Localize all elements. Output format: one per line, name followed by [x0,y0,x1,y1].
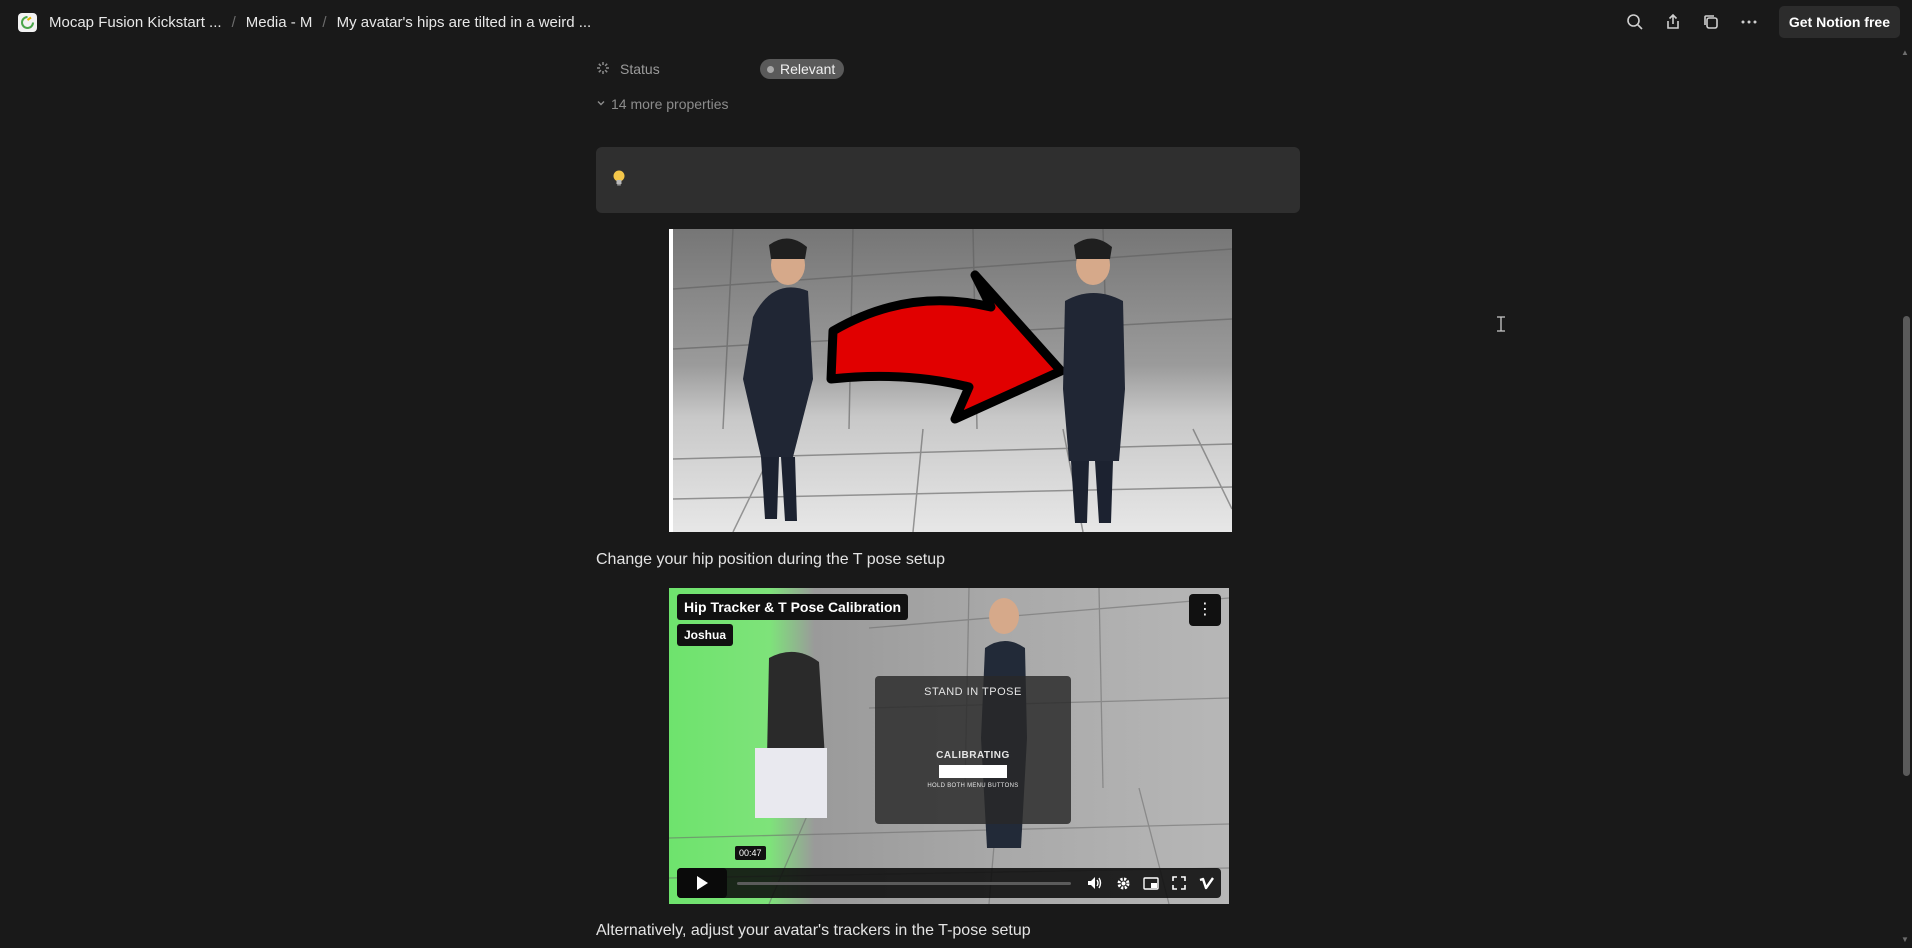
scroll-down-arrow-icon[interactable]: ▼ [1901,935,1909,944]
video-controls [677,868,1221,898]
more-properties-label: 14 more properties [611,96,729,112]
video-progress-bar[interactable] [737,881,1071,885]
video-menu-icon[interactable]: ⋮ [1189,594,1221,626]
breadcrumb-separator: / [231,13,236,31]
search-icon[interactable] [1619,6,1651,38]
overlay-hold-text: HOLD BOTH MENU BUTTONS [927,783,1019,789]
scrollbar-thumb[interactable] [1903,316,1910,776]
breadcrumb: Mocap Fusion Kickstart ... / Media - M /… [18,11,595,34]
status-property[interactable]: Status Relevant [596,58,845,80]
share-icon[interactable] [1657,6,1689,38]
top-bar: Mocap Fusion Kickstart ... / Media - M /… [0,0,1900,44]
volume-icon[interactable] [1081,876,1109,890]
more-properties-toggle[interactable]: 14 more properties [596,96,729,112]
video-author[interactable]: Joshua [677,624,734,646]
video-embed[interactable]: Hip Tracker & T Pose Calibration Joshua … [669,588,1229,904]
more-options-icon[interactable] [1733,6,1765,38]
overlay-stand-text: STAND IN TPOSE [924,686,1022,698]
status-dot [767,65,774,73]
breadcrumb-page[interactable]: My avatar's hips are tilted in a weird .… [333,11,596,34]
workspace-logo-icon[interactable] [18,12,37,32]
hip-comparison-illustration [673,229,1232,532]
get-notion-free-button[interactable]: Get Notion free [1778,6,1900,38]
fullscreen-icon[interactable] [1165,876,1193,890]
breadcrumb-section[interactable]: Media - M [242,11,317,34]
video-timestamp: 00:47 [735,846,766,860]
callout-block[interactable] [596,147,1300,213]
lightbulb-icon[interactable] [612,169,626,192]
calibration-progress-bar [939,765,1007,778]
status-label: Status [620,61,660,77]
settings-gear-icon[interactable] [1109,876,1137,891]
status-value: Relevant [780,61,836,77]
status-loading-icon [596,61,612,78]
caption-hip-position: Change your hip position during the T po… [596,551,945,568]
duplicate-icon[interactable] [1695,6,1727,38]
caption-adjust-trackers: Alternatively, adjust your avatar's trac… [596,922,1031,939]
picture-in-picture-icon[interactable] [1137,876,1165,890]
scrollbar[interactable]: ▲ ▼ [1900,44,1912,948]
text-cursor-icon [1496,316,1506,336]
hip-comparison-image[interactable] [669,229,1232,532]
chevron-down-icon [596,98,606,111]
scroll-up-arrow-icon[interactable]: ▲ [1901,48,1909,57]
breadcrumb-separator: / [322,13,327,31]
overlay-calibrating-text: CALIBRATING [936,750,1010,761]
breadcrumb-workspace[interactable]: Mocap Fusion Kickstart ... [45,11,226,34]
calibration-overlay: STAND IN TPOSE CALIBRATING HOLD BOTH MEN… [875,676,1071,824]
top-actions: Get Notion free [1619,6,1900,38]
vimeo-logo-icon[interactable] [1193,876,1221,890]
play-icon[interactable] [677,868,727,898]
status-badge[interactable]: Relevant [760,59,845,79]
video-title[interactable]: Hip Tracker & T Pose Calibration [677,594,909,620]
